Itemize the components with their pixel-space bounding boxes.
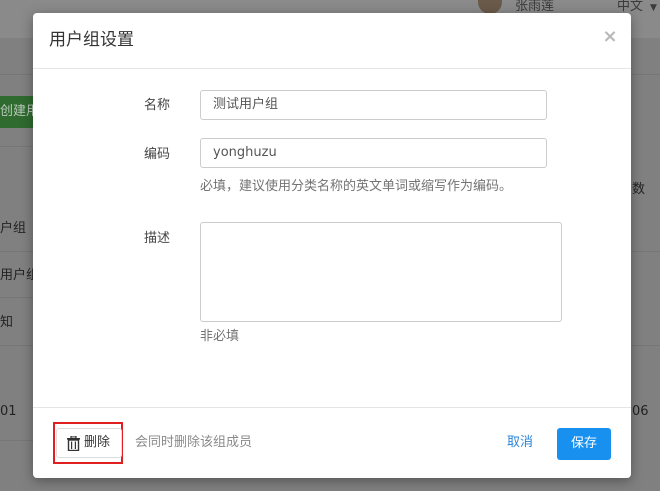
avatar [478, 0, 502, 14]
description-label: 描述 [143, 231, 170, 246]
delete-button[interactable]: 删除 [56, 428, 122, 458]
row-divider [632, 345, 660, 346]
code-label: 编码 [143, 147, 170, 162]
user-name: 张雨莲 [515, 0, 555, 14]
table-header-cell: 数 [632, 182, 646, 197]
row-divider [0, 297, 34, 298]
description-textarea[interactable] [200, 222, 562, 322]
modal-title: 用户组设置 [49, 30, 134, 50]
name-label: 名称 [143, 98, 170, 113]
row-divider [0, 251, 34, 252]
row-divider [0, 146, 34, 147]
name-input[interactable]: 测试用户组 [200, 90, 547, 120]
chevron-down-icon: ▼ [650, 3, 657, 13]
row-divider [0, 440, 34, 441]
row-divider [632, 251, 660, 252]
description-help-text: 非必填 [200, 329, 240, 344]
table-row: 户组 [0, 221, 27, 236]
table-cell: 06 [632, 404, 649, 419]
table-row: 用户组 [0, 268, 34, 283]
modal-header: 用户组设置 × [33, 13, 631, 69]
code-help-text: 必填，建议使用分类名称的英文单词或缩写作为编码。 [200, 179, 513, 194]
trash-icon [67, 436, 80, 451]
table-row: 01 [0, 404, 17, 419]
close-icon[interactable]: × [602, 27, 618, 47]
row-divider [0, 345, 34, 346]
delete-note: 会同时删除该组成员 [135, 435, 253, 450]
save-button[interactable]: 保存 [557, 428, 611, 460]
language-switcher: 中文 [617, 0, 644, 14]
modal-footer: 删除 会同时删除该组成员 取消 保存 [33, 407, 631, 479]
delete-button-label: 删除 [84, 435, 111, 450]
table-row: 知 [0, 315, 14, 330]
user-group-settings-modal: 用户组设置 × 名称 测试用户组 编码 yonghuzu 必填，建议使用分类名称… [33, 13, 631, 478]
code-input[interactable]: yonghuzu [200, 138, 547, 168]
cancel-button[interactable]: 取消 [507, 434, 533, 452]
